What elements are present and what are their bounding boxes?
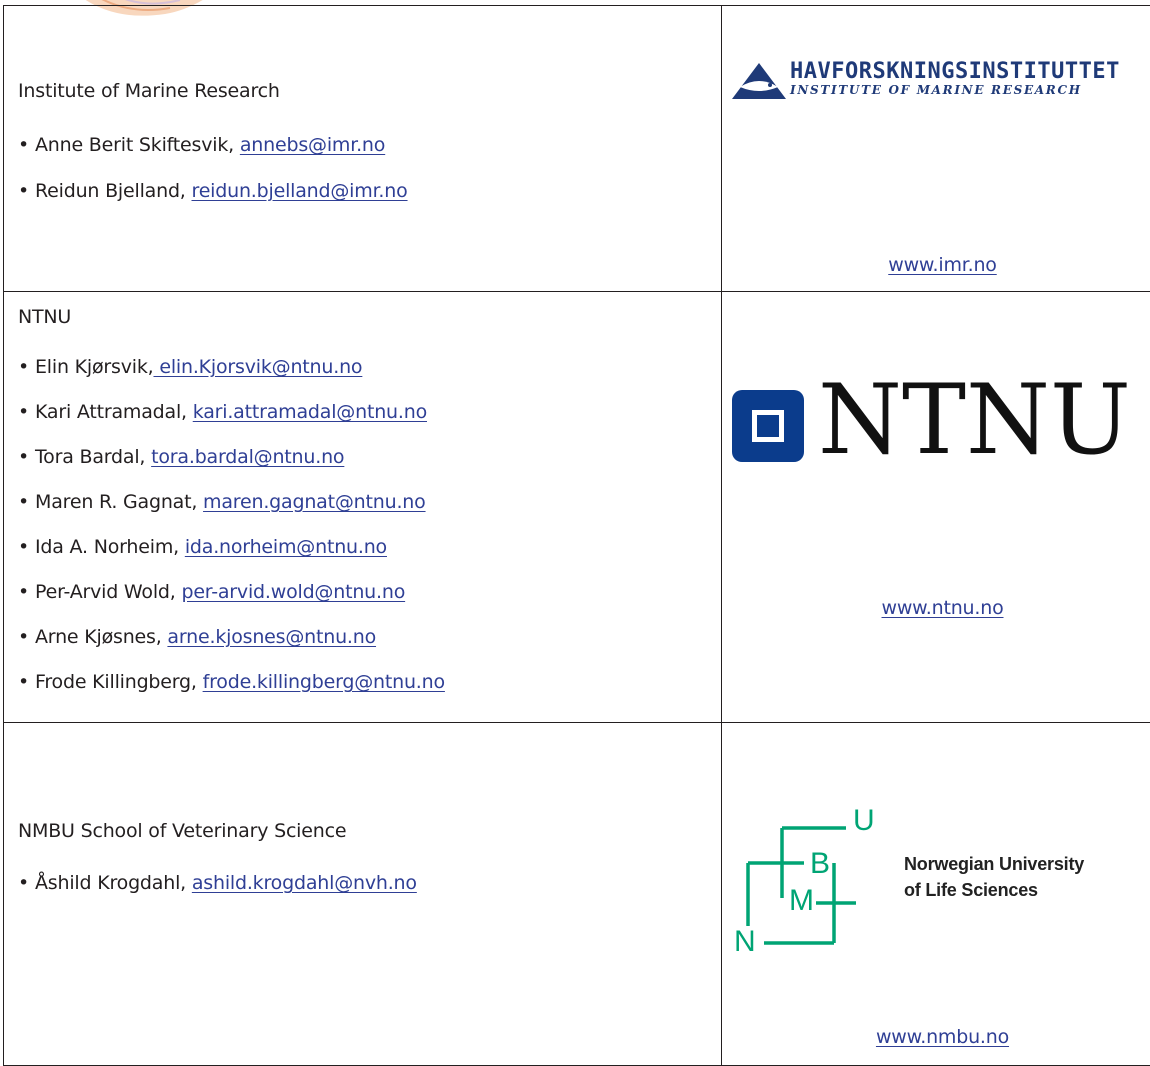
contact-list: •Anne Berit Skiftesvik, annebs@imr.no •R…	[18, 130, 721, 206]
imr-logo-subtitle: INSTITUTE OF MARINE RESEARCH	[790, 83, 1082, 97]
org-name: NTNU	[18, 302, 721, 332]
bullet: •	[18, 868, 35, 898]
contact-email-link[interactable]: ida.norheim@ntnu.no	[185, 536, 387, 558]
contact-name: Elin Kjørsvik,	[35, 356, 153, 378]
contact-name: Reidun Bjelland,	[35, 180, 192, 202]
website-link[interactable]: www.ntnu.no	[882, 597, 1004, 619]
ntnu-logo: NTNU	[732, 384, 1150, 484]
contact-email-link[interactable]: frode.killingberg@ntnu.no	[203, 671, 445, 693]
bullet: •	[18, 397, 35, 427]
nmbu-name-line1: Norwegian University	[904, 854, 1084, 875]
contact-item: •Åshild Krogdahl, ashild.krogdahl@nvh.no	[18, 868, 721, 898]
nmbu-letter-u: U	[853, 804, 874, 838]
partner-info-cell: NMBU School of Veterinary Science •Åshil…	[4, 723, 722, 1066]
bullet: •	[18, 130, 35, 160]
contact-email-link[interactable]: ashild.krogdahl@nvh.no	[192, 872, 417, 894]
nmbu-letter-m: M	[789, 884, 814, 918]
contact-email-link[interactable]: maren.gagnat@ntnu.no	[203, 491, 426, 513]
contact-item: •Frode Killingberg, frode.killingberg@nt…	[18, 667, 721, 697]
contact-item: •Reidun Bjelland, reidun.bjelland@imr.no	[18, 176, 721, 206]
partner-row-nmbu: NMBU School of Veterinary Science •Åshil…	[4, 723, 1150, 1066]
partner-logo-cell: HAVFORSKNINGSINSTITUTTET INSTITUTE OF MA…	[722, 6, 1150, 292]
partner-row-ntnu: NTNU •Elin Kjørsvik, elin.Kjorsvik@ntnu.…	[4, 292, 1150, 723]
partner-info-cell: NTNU •Elin Kjørsvik, elin.Kjorsvik@ntnu.…	[4, 292, 722, 723]
org-name: NMBU School of Veterinary Science	[18, 816, 721, 846]
bullet: •	[18, 622, 35, 652]
contact-item: •Per-Arvid Wold, per-arvid.wold@ntnu.no	[18, 577, 721, 607]
contact-item: •Tora Bardal, tora.bardal@ntnu.no	[18, 442, 721, 472]
imr-logo: HAVFORSKNINGSINSTITUTTET INSTITUTE OF MA…	[730, 59, 1150, 103]
contact-name: Maren R. Gagnat,	[35, 491, 203, 513]
imr-logo-title: HAVFORSKNINGSINSTITUTTET	[790, 59, 1120, 84]
contact-list: •Åshild Krogdahl, ashild.krogdahl@nvh.no	[18, 868, 721, 898]
bullet: •	[18, 487, 35, 517]
nmbu-letter-n: N	[734, 925, 755, 959]
contact-email-link[interactable]: kari.attramadal@ntnu.no	[193, 401, 427, 423]
partners-table: Institute of Marine Research •Anne Berit…	[3, 5, 1150, 1066]
contact-email-link[interactable]: reidun.bjelland@imr.no	[192, 180, 408, 202]
bullet: •	[18, 667, 35, 697]
contact-name: Frode Killingberg,	[35, 671, 203, 693]
partner-logo-cell: U B M N Norwegian University of Life Sci…	[722, 723, 1150, 1066]
bullet: •	[18, 352, 35, 382]
contact-name: Ida A. Norheim,	[35, 536, 185, 558]
partner-info-cell: Institute of Marine Research •Anne Berit…	[4, 6, 722, 292]
contact-email-link[interactable]: elin.Kjorsvik@ntnu.no	[153, 356, 362, 378]
contact-name: Kari Attramadal,	[35, 401, 193, 423]
website-link[interactable]: www.nmbu.no	[876, 1026, 1009, 1048]
contact-item: •Ida A. Norheim, ida.norheim@ntnu.no	[18, 532, 721, 562]
imr-fish-triangle-icon	[730, 61, 788, 101]
org-name: Institute of Marine Research	[18, 76, 721, 106]
contact-item: •Anne Berit Skiftesvik, annebs@imr.no	[18, 130, 721, 160]
bullet: •	[18, 532, 35, 562]
bullet: •	[18, 577, 35, 607]
contact-email-link[interactable]: per-arvid.wold@ntnu.no	[181, 581, 405, 603]
ntnu-square-icon	[732, 390, 804, 462]
nmbu-letter-b: B	[810, 847, 830, 881]
contact-email-link[interactable]: tora.bardal@ntnu.no	[151, 446, 344, 468]
contact-name: Anne Berit Skiftesvik,	[35, 134, 240, 156]
partner-row-imr: Institute of Marine Research •Anne Berit…	[4, 6, 1150, 292]
contact-item: •Maren R. Gagnat, maren.gagnat@ntnu.no	[18, 487, 721, 517]
website-link[interactable]: www.imr.no	[888, 254, 996, 276]
nmbu-logo: U B M N Norwegian University of Life Sci…	[734, 808, 1150, 968]
ntnu-wordmark: NTNU	[818, 372, 1131, 468]
contact-list: •Elin Kjørsvik, elin.Kjorsvik@ntnu.no •K…	[18, 352, 721, 697]
contact-name: Per-Arvid Wold,	[35, 581, 181, 603]
contact-email-link[interactable]: annebs@imr.no	[240, 134, 385, 156]
contact-item: •Kari Attramadal, kari.attramadal@ntnu.n…	[18, 397, 721, 427]
contact-name: Tora Bardal,	[35, 446, 151, 468]
contact-email-link[interactable]: arne.kjosnes@ntnu.no	[167, 626, 376, 648]
bullet: •	[18, 442, 35, 472]
contact-item: •Arne Kjøsnes, arne.kjosnes@ntnu.no	[18, 622, 721, 652]
contact-item: •Elin Kjørsvik, elin.Kjorsvik@ntnu.no	[18, 352, 721, 382]
contact-name: Åshild Krogdahl,	[35, 872, 192, 894]
partner-logo-cell: NTNU www.ntnu.no	[722, 292, 1150, 723]
bullet: •	[18, 176, 35, 206]
nmbu-name-line2: of Life Sciences	[904, 880, 1038, 901]
contact-name: Arne Kjøsnes,	[35, 626, 167, 648]
